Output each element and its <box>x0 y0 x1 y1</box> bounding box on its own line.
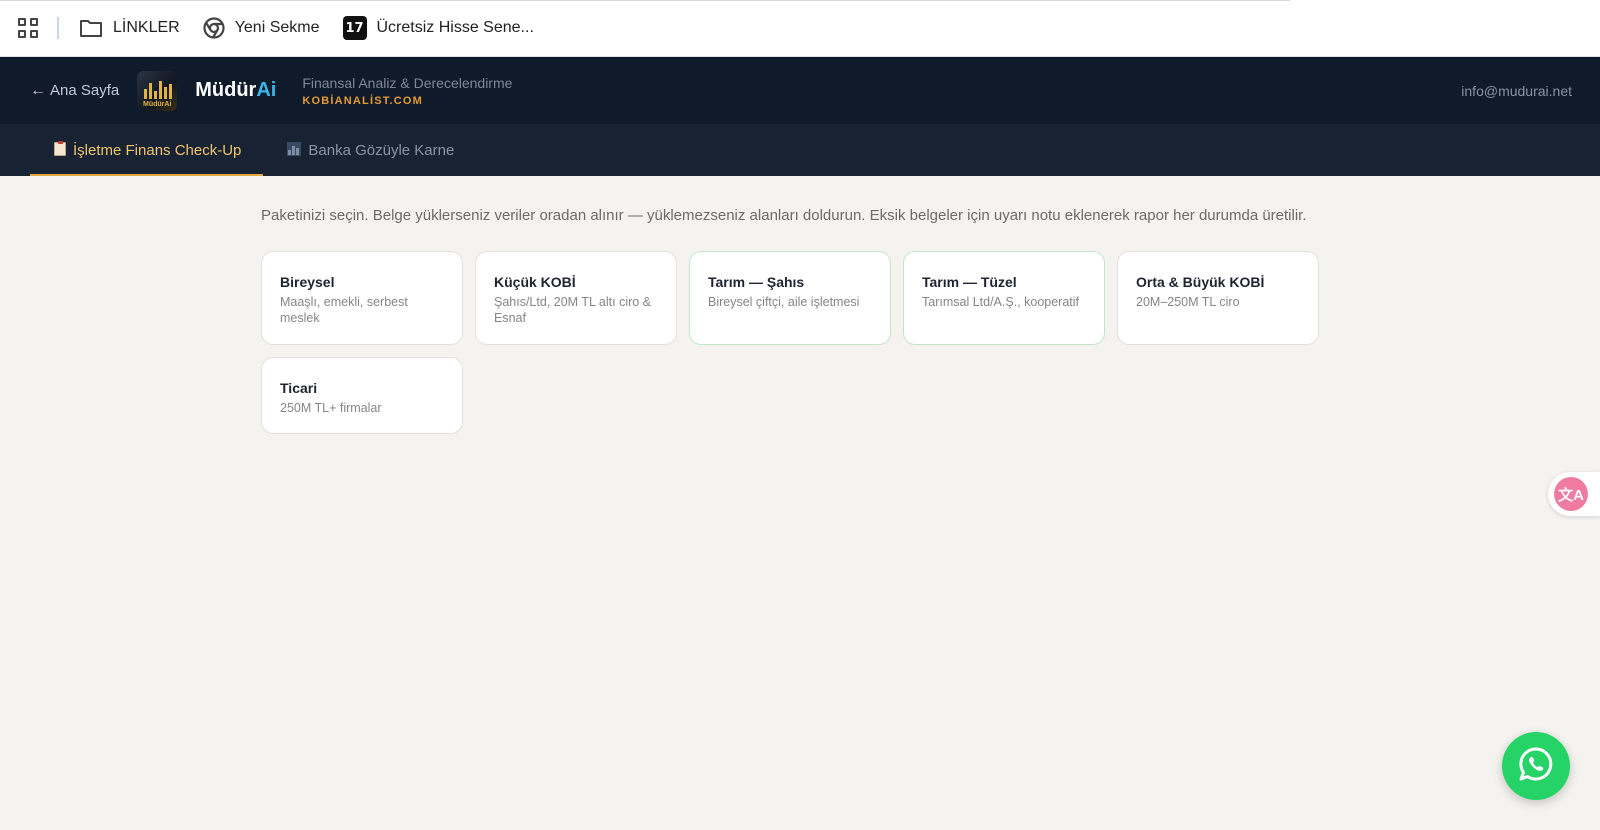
tab-label: Banka Gözüyle Karne <box>308 141 455 159</box>
package-desc: Tarımsal Ltd/A.Ş., kooperatif <box>922 295 1080 309</box>
tab-bar: İşletme Finans Check-Up Banka Gözüyle Ka… <box>0 124 1600 176</box>
tab-isletme-finans-check-up[interactable]: İşletme Finans Check-Up <box>30 124 264 176</box>
package-card-orta-buyuk-kobi[interactable]: Orta & Büyük KOBİ 20M–250M TL ciro <box>1117 251 1319 345</box>
bookmark-hisse[interactable]: 17 Ücretsiz Hisse Sene... <box>342 16 534 40</box>
package-title: Ticari <box>280 380 318 396</box>
tagline: Finansal Analiz & Derecelendirme KOBİANA… <box>302 75 512 107</box>
tagline-text: Finansal Analiz & Derecelendirme <box>302 74 513 91</box>
package-desc: 250M TL+ firmalar <box>280 401 382 415</box>
package-card-kucuk-kobi[interactable]: Küçük KOBİ Şahıs/Ltd, 20M TL altı ciro &… <box>475 251 677 345</box>
package-title: Bireysel <box>280 274 335 290</box>
bookmark-label: Ücretsiz Hisse Sene... <box>376 19 534 36</box>
package-card-bireysel[interactable]: Bireysel Maaşlı, emekli, serbest meslek <box>261 251 463 345</box>
translate-icon: 文A <box>1554 477 1588 511</box>
main-content: Paketinizi seçin. Belge yüklerseniz veri… <box>0 207 1600 434</box>
bookmark-yeni-sekme[interactable]: Yeni Sekme <box>203 17 320 39</box>
back-home-link[interactable]: ← Ana Sayfa <box>30 82 119 100</box>
package-desc: Şahıs/Ltd, 20M TL altı ciro & Esnaf <box>494 295 652 325</box>
whatsapp-button[interactable] <box>1502 732 1570 800</box>
brand-main: Müdür <box>195 79 257 101</box>
tab-banka-gozuyle-karne[interactable]: Banka Gözüyle Karne <box>263 124 476 176</box>
tab-label: İşletme Finans Check-Up <box>73 141 242 159</box>
logo-text: MüdürAi <box>143 100 172 108</box>
package-desc: Bireysel çiftçi, aile işletmesi <box>708 295 860 309</box>
bookmark-label: Yeni Sekme <box>234 19 320 36</box>
package-title: Tarım — Tüzel <box>922 274 1017 290</box>
site-name: KOBİANALİST.COM <box>302 94 423 107</box>
bookmark-linkler[interactable]: LİNKLER <box>79 18 180 38</box>
translate-button[interactable]: 文A <box>1548 472 1600 516</box>
chrome-icon <box>203 17 225 39</box>
back-home-label: Ana Sayfa <box>50 82 120 99</box>
package-card-ticari[interactable]: Ticari 250M TL+ firmalar <box>261 357 463 434</box>
back-arrow-icon: ← <box>30 81 46 99</box>
brand-name[interactable]: MüdürAi <box>195 79 276 102</box>
package-title: Tarım — Şahıs <box>708 274 805 290</box>
package-card-tarim-tuzel[interactable]: Tarım — Tüzel Tarımsal Ltd/A.Ş., koopera… <box>903 251 1105 345</box>
apps-grid-icon[interactable] <box>18 18 38 38</box>
bookmarks-bar: LİNKLER Yeni Sekme 17 Ücretsiz Hisse Sen… <box>0 0 1600 57</box>
logo-image[interactable]: MüdürAi <box>137 70 178 111</box>
tradingview-icon: 17 <box>342 16 367 40</box>
package-grid: Bireysel Maaşlı, emekli, serbest meslek … <box>261 251 1600 434</box>
tradingview-glyph: 17 <box>342 16 367 40</box>
package-title: Küçük KOBİ <box>494 274 576 290</box>
app-header: ← Ana Sayfa MüdürAi MüdürAi Finansal Ana… <box>0 57 1600 124</box>
bookmarks-divider <box>57 17 59 39</box>
package-card-tarim-sahis[interactable]: Tarım — Şahıs Bireysel çiftçi, aile işle… <box>689 251 891 345</box>
window-top-border <box>0 0 1290 1</box>
clipboard-icon <box>54 140 66 159</box>
bar-chart-icon <box>287 142 302 158</box>
package-desc: 20M–250M TL ciro <box>1136 295 1240 309</box>
folder-icon <box>79 18 103 38</box>
package-desc: Maaşlı, emekli, serbest meslek <box>280 295 408 325</box>
package-title: Orta & Büyük KOBİ <box>1136 274 1265 290</box>
whatsapp-icon <box>1517 745 1555 788</box>
intro-text: Paketinizi seçin. Belge yüklerseniz veri… <box>261 207 1307 224</box>
bookmark-label: LİNKLER <box>113 19 180 36</box>
contact-email[interactable]: info@mudurai.net <box>1461 83 1572 99</box>
brand-accent: Ai <box>256 79 277 101</box>
